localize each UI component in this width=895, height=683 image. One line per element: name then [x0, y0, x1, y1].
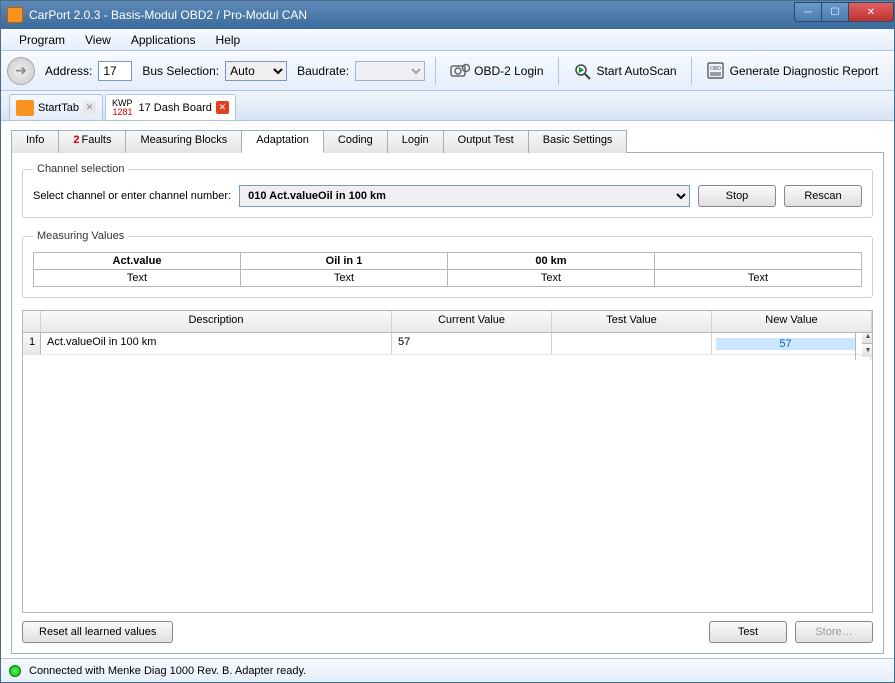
channel-legend: Channel selection [33, 163, 128, 175]
address-label: Address: [45, 64, 92, 78]
row-description: Act.valueOil in 100 km [41, 333, 392, 354]
address-input[interactable] [98, 61, 132, 81]
new-value-spinner[interactable]: ▲ ▼ [855, 333, 871, 360]
spinner-up-icon[interactable]: ▲ [862, 333, 872, 344]
baudrate-select[interactable] [355, 61, 425, 81]
tab-adaptation[interactable]: Adaptation [241, 130, 324, 153]
row-new-value-cell[interactable]: 57 ▲ ▼ [712, 333, 872, 354]
toolbar-separator [558, 57, 559, 85]
measuring-values-table: Act.value Oil in 1 00 km Text Text Text … [33, 252, 862, 287]
reset-learned-button[interactable]: Reset all learned values [22, 621, 173, 643]
toolbar: ➜ Address: Bus Selection: Auto Baudrate:… [1, 51, 894, 91]
tab-measuring-blocks[interactable]: Measuring Blocks [125, 130, 242, 153]
table-row[interactable]: 1 Act.valueOil in 100 km 57 57 ▲ ▼ [23, 333, 872, 355]
tab-starttab[interactable]: StartTab ✕ [9, 94, 103, 120]
toolbar-separator [691, 57, 692, 85]
tab-basic-settings[interactable]: Basic Settings [528, 130, 628, 153]
tab-faults[interactable]: 2Faults [58, 130, 126, 153]
tab-info[interactable]: Info [11, 130, 59, 153]
mv-col2-header: Oil in 1 [241, 253, 448, 270]
status-text: Connected with Menke Diag 1000 Rev. B. A… [29, 665, 306, 677]
row-current-value: 57 [392, 333, 552, 354]
grid-header-new-value[interactable]: New Value [712, 311, 872, 332]
measuring-values-group: Measuring Values Act.value Oil in 1 00 k… [22, 230, 873, 298]
tab-label: 17 Dash Board [138, 102, 211, 114]
kwp-badge: KWP 1281 [112, 99, 133, 117]
start-autoscan-label: Start AutoScan [597, 64, 677, 78]
mv-col1-value: Text [34, 270, 241, 287]
menu-bar: Program View Applications Help [1, 29, 894, 51]
obd2-login-label: OBD-2 Login [474, 64, 543, 78]
window-title: CarPort 2.0.3 - Basis-Modul OBD2 / Pro-M… [29, 8, 795, 22]
grid-header-test-value[interactable]: Test Value [552, 311, 712, 332]
tab-close-icon[interactable]: ✕ [216, 101, 229, 114]
panel-footer: Reset all learned values Test Store… [22, 621, 873, 643]
menu-program[interactable]: Program [9, 31, 75, 49]
tab-close-icon[interactable]: ✕ [83, 101, 96, 114]
content-area: Info 2Faults Measuring Blocks Adaptation… [1, 121, 894, 658]
row-test-value [552, 333, 712, 354]
app-icon [7, 7, 23, 23]
channel-selection-group: Channel selection Select channel or ente… [22, 163, 873, 218]
spinner-down-icon[interactable]: ▼ [862, 344, 872, 357]
store-button[interactable]: Store… [795, 621, 873, 643]
bus-selection-select[interactable]: Auto [225, 61, 287, 81]
maximize-button[interactable]: ☐ [821, 2, 849, 22]
tab-output-test[interactable]: Output Test [443, 130, 529, 153]
channel-select[interactable]: 010 Act.valueOil in 100 km [239, 185, 690, 207]
app-window: CarPort 2.0.3 - Basis-Modul OBD2 / Pro-M… [0, 0, 895, 683]
adaptation-panel: Channel selection Select channel or ente… [11, 153, 884, 654]
baudrate-label: Baudrate: [297, 64, 349, 78]
camera-icon [450, 62, 470, 80]
toolbar-separator [435, 57, 436, 85]
mv-col1-header: Act.value [34, 253, 241, 270]
new-value-input[interactable]: 57 [716, 338, 855, 350]
rescan-button[interactable]: Rescan [784, 185, 862, 207]
close-button[interactable]: ✕ [848, 2, 894, 22]
test-button[interactable]: Test [709, 621, 787, 643]
sub-tabs: Info 2Faults Measuring Blocks Adaptation… [11, 129, 884, 153]
grid-header-rownum [23, 311, 41, 332]
bus-label: Bus Selection: [142, 64, 219, 78]
mv-col3-header: 00 km [448, 253, 655, 270]
start-autoscan-button[interactable]: Start AutoScan [569, 60, 681, 82]
mv-col2-value: Text [241, 270, 448, 287]
mv-col3-value: Text [448, 270, 655, 287]
measuring-legend: Measuring Values [33, 230, 128, 242]
generate-report-label: Generate Diagnostic Report [730, 64, 879, 78]
tab-dashboard[interactable]: KWP 1281 17 Dash Board ✕ [105, 94, 236, 120]
grid-header: Description Current Value Test Value New… [23, 311, 872, 333]
status-bar: Connected with Menke Diag 1000 Rev. B. A… [1, 658, 894, 682]
magnifier-play-icon [573, 62, 593, 80]
title-bar[interactable]: CarPort 2.0.3 - Basis-Modul OBD2 / Pro-M… [1, 1, 894, 29]
car-icon [16, 100, 34, 116]
generate-report-button[interactable]: OBD Generate Diagnostic Report [702, 60, 883, 82]
row-number: 1 [23, 333, 41, 354]
obd2-login-button[interactable]: OBD-2 Login [446, 60, 547, 82]
document-tabs: StartTab ✕ KWP 1281 17 Dash Board ✕ [1, 91, 894, 121]
grid-header-description[interactable]: Description [41, 311, 392, 332]
minimize-button[interactable]: ─ [794, 2, 822, 22]
report-icon: OBD [706, 62, 726, 80]
connection-status-icon [9, 665, 21, 677]
tab-label: StartTab [38, 102, 79, 114]
tab-login[interactable]: Login [387, 130, 444, 153]
grid-header-current-value[interactable]: Current Value [392, 311, 552, 332]
mv-col4-value: Text [655, 270, 862, 287]
stop-button[interactable]: Stop [698, 185, 776, 207]
grid-body[interactable]: 1 Act.valueOil in 100 km 57 57 ▲ ▼ [23, 333, 872, 612]
menu-view[interactable]: View [75, 31, 121, 49]
mv-col4-header [655, 253, 862, 270]
nav-forward-button[interactable]: ➜ [7, 57, 35, 85]
svg-text:OBD: OBD [710, 66, 721, 72]
tab-coding[interactable]: Coding [323, 130, 388, 153]
menu-applications[interactable]: Applications [121, 31, 206, 49]
menu-help[interactable]: Help [206, 31, 251, 49]
adaptation-grid: Description Current Value Test Value New… [22, 310, 873, 613]
channel-label: Select channel or enter channel number: [33, 190, 231, 202]
